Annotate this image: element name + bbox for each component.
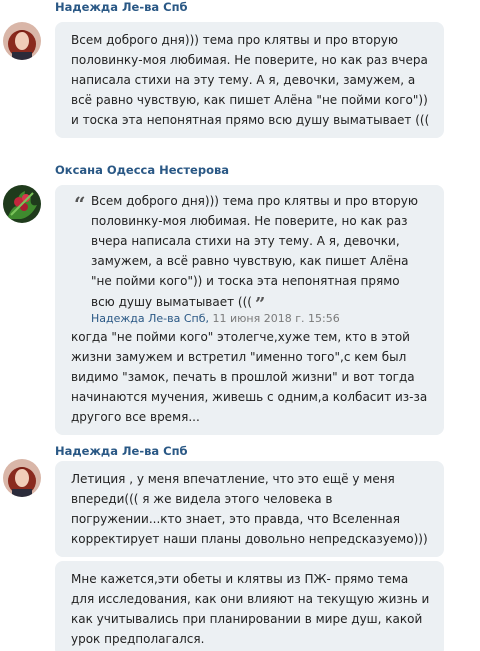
message-bubble: Летиция , у меня впечатление, что это ещ…: [55, 461, 444, 557]
quote-text: Всем доброго дня))) тема про клятвы и пр…: [91, 194, 418, 309]
avatar[interactable]: [3, 185, 41, 223]
quote-close-icon: ”: [254, 294, 266, 315]
avatar[interactable]: [3, 22, 41, 60]
quote-timestamp: 11 июня 2018 г. 15:56: [212, 312, 340, 325]
message-text: Летиция , у меня впечатление, что это ещ…: [71, 472, 428, 546]
author-link[interactable]: Надежда Ле-ва Спб: [55, 444, 188, 458]
message-bubble: “ Всем доброго дня))) тема про клятвы и …: [55, 185, 444, 435]
author-link[interactable]: Оксана Одесса Нестерова: [55, 163, 229, 177]
quote-author-link[interactable]: Надежда Ле-ва Спб: [91, 312, 206, 325]
quote-block: “ Всем доброго дня))) тема про клятвы и …: [71, 191, 430, 326]
author-link[interactable]: Надежда Ле-ва Спб: [55, 0, 188, 14]
avatar[interactable]: [3, 459, 41, 497]
message-text: Мне кажется,эти обеты и клятвы из ПЖ- пр…: [71, 572, 430, 646]
chat-history: Надежда Ле-ва Спб Всем доброго дня))) те…: [0, 0, 480, 651]
quote-open-icon: “: [74, 192, 86, 216]
message-text: когда "не пойми кого" этолегче,хуже тем,…: [71, 330, 428, 424]
message-bubble: Всем доброго дня))) тема про клятвы и пр…: [55, 22, 444, 138]
message-bubble: Мне кажется,эти обеты и клятвы из ПЖ- пр…: [55, 561, 444, 651]
message-text: Всем доброго дня))) тема про клятвы и пр…: [71, 33, 430, 127]
